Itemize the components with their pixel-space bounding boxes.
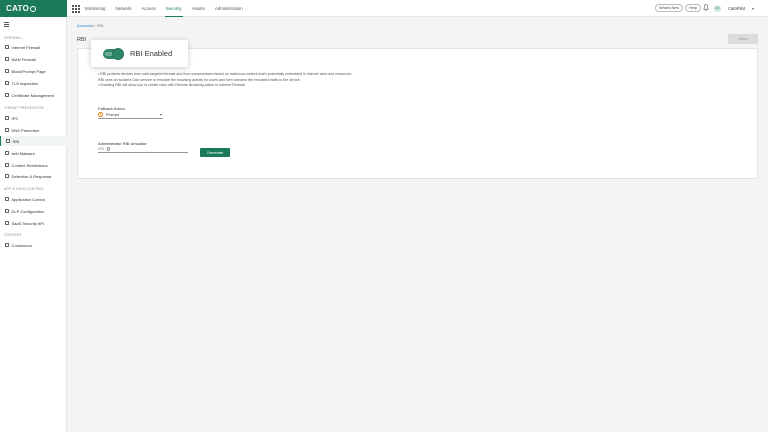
sidebar-item-label: WAN Firewall [11,56,36,62]
toggle-knob [112,47,124,60]
info-icon[interactable]: i [106,147,111,151]
certificate-icon [5,93,9,97]
sidebar-item-connectors[interactable]: Connectors [0,240,67,250]
nav-assets[interactable]: Assets [191,0,206,17]
logo-circle-icon [30,5,37,12]
nav-network[interactable]: Network [115,0,133,17]
data-icon [5,209,9,213]
breadcrumb-separator: / [94,23,96,28]
sidebar-item-tls-inspection[interactable]: TLS Inspection [0,78,67,88]
top-navigation: Monitoring Network Access Security Asset… [84,0,244,17]
apps-grid-icon[interactable] [72,5,80,13]
plug-icon [5,243,9,247]
firewall-icon [5,45,9,49]
nav-access[interactable]: Access [141,0,157,17]
radar-icon [5,174,9,178]
section-threat-prevention: THREAT PREVENTION [4,106,44,110]
section-app-data-control: APP & DATA CONTROL [4,187,45,191]
sidebar-item-label: Content Restrictions [11,162,48,168]
chevron-down-icon: ▾ [159,112,162,117]
sidebar-item-label: RBI [12,138,20,144]
generate-button[interactable]: Generate [200,148,230,157]
help-button[interactable]: Help [685,4,701,12]
breadcrumb: Accounts / RBI [77,23,104,28]
globe-icon [6,139,10,143]
sidebar-item-content-restrictions[interactable]: Content Restrictions [0,160,67,170]
sidebar-item-wan-firewall[interactable]: WAN Firewall [0,54,67,64]
sidebar-item-label: DLP Configuration [11,208,45,214]
top-bar: CATO Monitoring Network Access Security … [0,0,768,17]
logo-text: CATO [6,4,30,13]
breadcrumb-current: RBI [96,23,104,28]
chevron-down-icon[interactable]: ▾ [752,6,754,11]
rbi-enabled-popup: RBI Enabled [91,40,188,67]
warning-icon: ! [98,112,103,117]
firewall-icon [5,57,9,61]
user-avatar[interactable]: CC [714,5,721,12]
sidebar-item-label: Application Control [11,196,46,202]
nav-security[interactable]: Security [164,0,183,17]
sidebar-item-internet-firewall[interactable]: Internet Firewall [0,42,67,52]
nav-administration[interactable]: Administration [214,0,244,17]
sidebar-item-certificate-management[interactable]: Certificate Management [0,90,67,100]
whats-new-button[interactable]: What's New [655,4,684,12]
section-content: CONTENT [4,233,22,237]
rbi-description: • RBI protects devices from web-targeted… [98,72,352,89]
block-icon [5,69,9,73]
user-name[interactable]: CatoPilot [728,0,745,17]
rbi-enabled-label: RBI Enabled [130,49,173,58]
sidebar: FIREWALL Internet Firewall WAN Firewall … [0,17,67,432]
description-line: • RBI protects devices from web-targeted… [98,72,353,76]
simulator-url-input[interactable]: URL i [98,146,188,153]
page-title: RBI [77,37,87,43]
sidebar-item-application-control[interactable]: Application Control [0,194,67,204]
main-content: Accounts / RBI RBI Save • RBI protects d… [67,17,768,432]
sidebar-item-ips[interactable]: IPS [0,113,67,123]
lock-icon [5,81,9,85]
apps-icon [5,197,9,201]
sidebar-item-label: TLS Inspection [11,80,39,86]
filter-icon [5,163,9,167]
breadcrumb-accounts[interactable]: Accounts [77,23,93,28]
sidebar-item-label: Block/Prompt Page [11,68,46,74]
bell-icon[interactable] [703,4,709,11]
nav-monitoring[interactable]: Monitoring [84,0,107,17]
rbi-settings-card: • RBI protects devices from web-targeted… [77,48,758,179]
sidebar-item-label: Internet Firewall [11,44,40,50]
rbi-toggle[interactable] [103,47,124,60]
sidebar-item-detection-response[interactable]: Detection & Response [0,171,67,181]
sidebar-item-label: Detection & Response [11,173,52,179]
url-input-label: URL [98,147,105,151]
sidebar-item-label: Certificate Management [11,92,54,98]
description-line: • Enabling RBI will allow you to create … [98,83,246,88]
save-button[interactable]: Save [728,34,758,44]
dns-icon [5,128,9,132]
bug-icon [5,151,9,155]
sidebar-item-label: IPS [11,115,18,121]
sidebar-item-rbi[interactable]: RBI [0,136,67,146]
sidebar-item-label: Anti-Malware [11,150,35,156]
sidebar-item-anti-malware[interactable]: Anti-Malware [0,148,67,158]
sidebar-item-label: DNS Protection [11,127,40,133]
sidebar-item-label: SaaS Security API [11,220,45,226]
sidebar-item-block-prompt-page[interactable]: Block/Prompt Page [0,66,67,76]
fallback-action-value: Prompt [106,112,119,117]
sidebar-item-dlp-configuration[interactable]: DLP Configuration [0,206,67,216]
menu-icon[interactable] [4,22,9,27]
sidebar-item-dns-protection[interactable]: DNS Protection [0,125,67,135]
cato-logo[interactable]: CATO [0,0,67,17]
cloud-icon [5,221,9,225]
sidebar-item-label: Connectors [11,242,32,248]
shield-icon [5,116,9,120]
sidebar-item-saas-security-api[interactable]: SaaS Security API [0,218,67,228]
section-firewall: FIREWALL [4,36,23,40]
fallback-action-select[interactable]: ! Prompt ▾ [98,111,163,119]
